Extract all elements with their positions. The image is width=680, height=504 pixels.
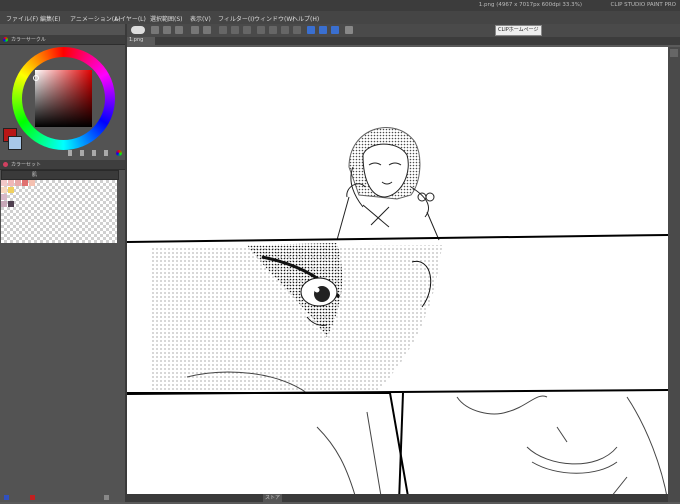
color-circle-panel-title: カラーサークル [11,37,46,43]
menu-filter[interactable]: フィルター(I) [218,14,254,23]
status-bar: ストア [127,494,668,502]
menu-layer[interactable]: レイヤー(L) [114,14,146,23]
canvas[interactable] [126,47,669,503]
select-all-icon[interactable] [257,26,265,34]
eyedropper-icon[interactable] [104,150,108,156]
title-bar: 1.png (4967 x 7017px 600dpi 33.3%) CLIP … [0,0,680,11]
command-bar: CLIPホームページ [127,24,680,37]
top-panel-character [336,127,440,241]
status-text: ストア [263,494,283,502]
document-tab[interactable]: 1.png [127,37,155,45]
middle-panel-closeup-eye [152,243,442,394]
vertical-scrollbar[interactable] [668,47,680,502]
new-file-icon[interactable] [151,26,159,34]
bottom-panel-sketch [316,395,669,503]
redo-icon[interactable] [203,26,211,34]
hsv-icon[interactable] [80,150,84,156]
document-tab-label: 1.png [129,37,144,43]
window-title: 1.png (4967 x 7017px 600dpi 33.3%) [478,2,582,8]
menu-bar: ファイル(F) 編集(E) アニメーション(A) レイヤー(L) 選択範囲(S)… [0,11,680,25]
manga-page-illustration [126,127,669,503]
snap-ruler-icon[interactable] [307,26,315,34]
invert-selection-icon[interactable] [281,26,289,34]
color-set-grid[interactable] [1,180,117,243]
menu-file[interactable]: ファイル(F) [6,14,38,23]
hls-icon[interactable] [92,150,96,156]
gear-icon[interactable] [104,495,109,500]
settings-icon[interactable] [345,26,353,34]
menu-animation[interactable]: アニメーション(A) [70,14,121,23]
color-set-swatch[interactable] [1,187,7,193]
color-set-icon [3,162,8,167]
scroll-up-icon[interactable] [670,49,678,57]
panel-border [127,392,410,503]
clip-studio-icon[interactable] [131,26,145,34]
menu-view[interactable]: 表示(V) [190,14,211,23]
color-mode-icon[interactable] [68,150,72,156]
blue-status-icon [4,495,9,500]
sub-color-swatch[interactable] [8,136,22,150]
red-status-icon [30,495,35,500]
transform-icon[interactable] [231,26,239,34]
color-wheel-icon [3,37,8,42]
menu-help[interactable]: ヘルプ(H) [292,14,319,23]
color-set-swatch[interactable] [8,201,14,207]
crop-icon[interactable] [293,26,301,34]
color-set-dropdown[interactable]: 肌 [1,170,119,180]
open-file-icon[interactable] [163,26,171,34]
document-tab-bar: 1.png [127,37,680,45]
scale-icon[interactable] [243,26,251,34]
color-set-swatch[interactable] [15,180,21,186]
color-set-swatch[interactable] [1,201,7,207]
app-name: CLIP STUDIO PAINT PRO [610,2,676,8]
color-set-swatch[interactable] [22,180,28,186]
color-set-swatch[interactable] [29,180,35,186]
color-set-swatch[interactable] [1,194,7,200]
undo-icon[interactable] [191,26,199,34]
saturation-value-square[interactable] [33,70,92,127]
menu-window[interactable]: ウィンドウ(W) [254,14,295,23]
clip-home-button[interactable]: CLIPホームページ [495,25,542,36]
color-picker-marker[interactable] [33,75,39,81]
color-set-panel-header: カラーセット [0,160,125,170]
color-set-swatch[interactable] [8,187,14,193]
color-circle-panel-header: カラーサークル [0,35,125,45]
menu-edit[interactable]: 編集(E) [40,14,60,23]
save-icon[interactable] [175,26,183,34]
color-set-panel-title: カラーセット [11,162,42,168]
color-set-swatch[interactable] [8,180,14,186]
clear-icon[interactable] [219,26,227,34]
deselect-icon[interactable] [269,26,277,34]
panel-border [126,234,669,243]
menu-selection[interactable]: 選択範囲(S) [150,14,183,23]
snap-grid-icon[interactable] [331,26,339,34]
color-space-icon[interactable] [116,150,122,156]
color-set-name: 肌 [32,172,38,178]
color-set-swatch[interactable] [1,180,7,186]
snap-special-ruler-icon[interactable] [319,26,327,34]
